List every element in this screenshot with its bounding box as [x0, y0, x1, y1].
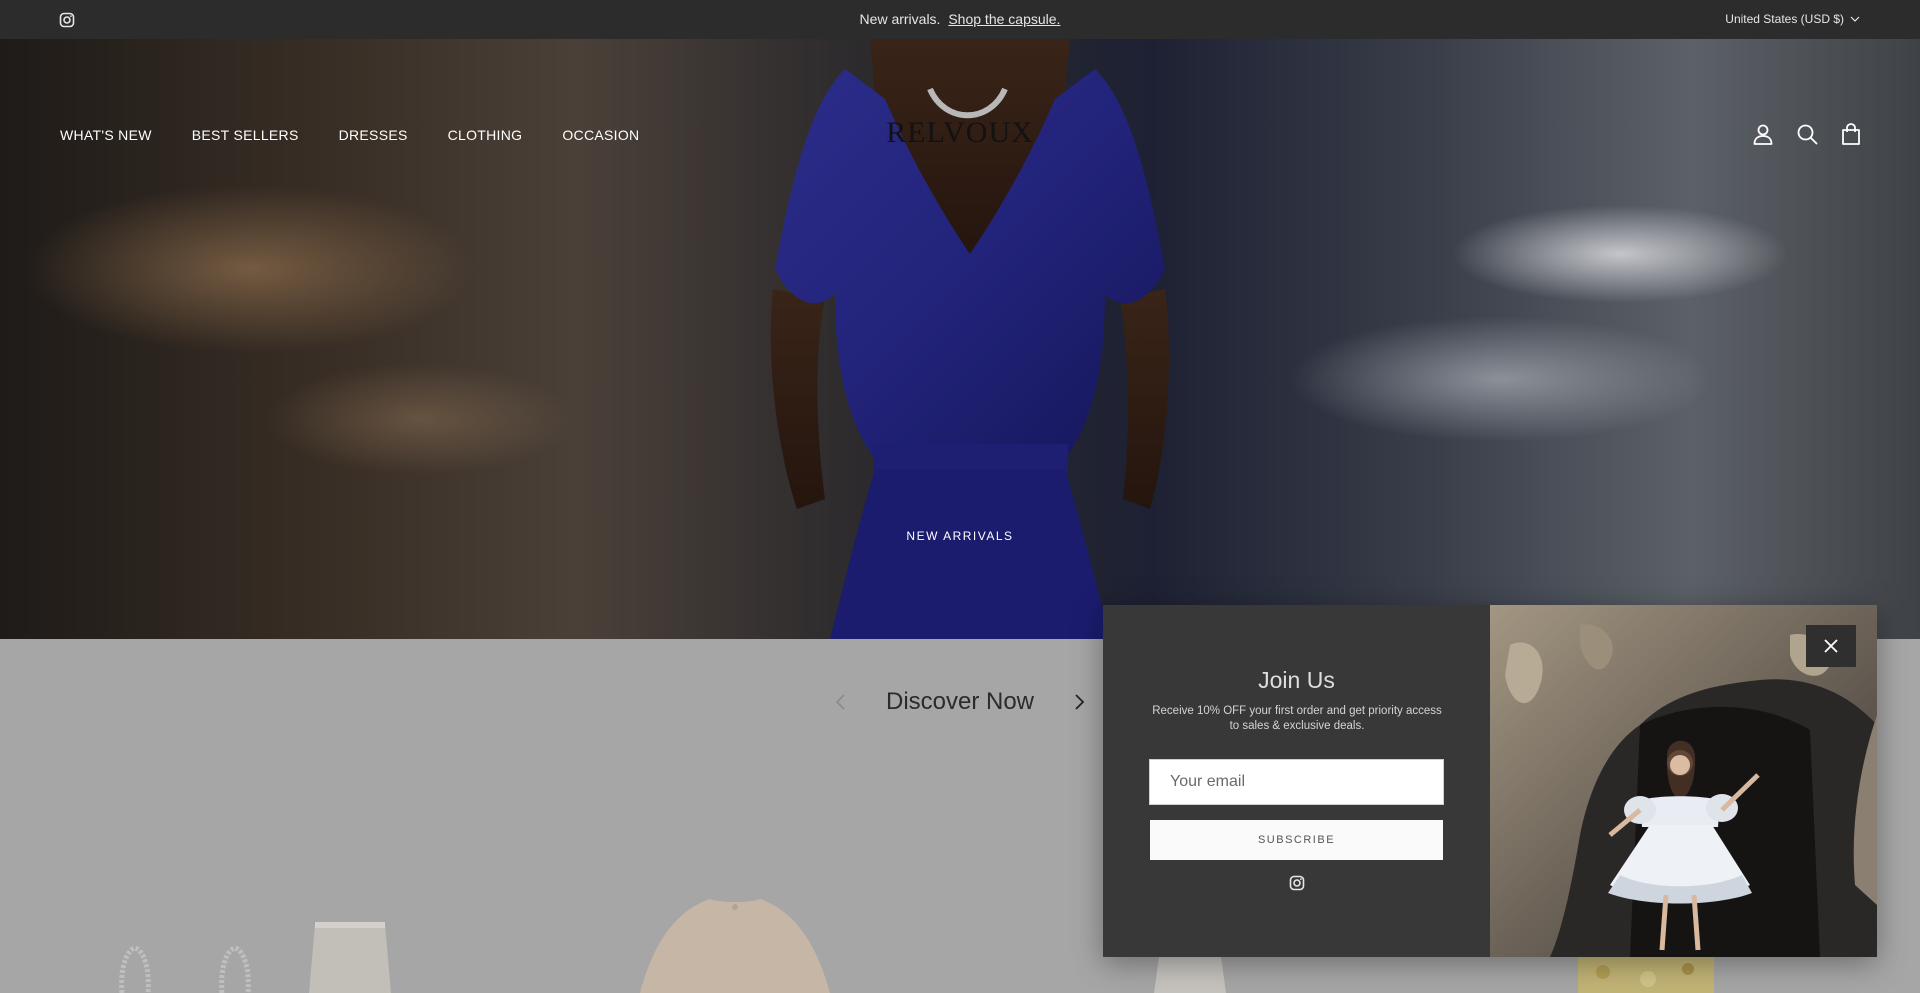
site-logo[interactable]: RELVOUX	[0, 116, 1920, 150]
hero-collection-link[interactable]: NEW ARRIVALS	[0, 529, 1920, 543]
announcement-message: New arrivals.	[859, 11, 941, 27]
bag-icon[interactable]	[1840, 123, 1862, 145]
product-image-earrings[interactable]	[110, 940, 290, 993]
user-icon[interactable]	[1752, 123, 1774, 145]
header-actions	[1752, 123, 1862, 145]
chevron-left-icon[interactable]	[831, 692, 851, 712]
subscribe-button[interactable]: SUBSCRIBE	[1150, 820, 1443, 860]
popup-title: Join Us	[1258, 667, 1335, 693]
shop-capsule-link[interactable]: Shop the capsule.	[948, 11, 1060, 27]
currency-label: United States (USD $)	[1725, 12, 1844, 26]
product-image-blouse[interactable]	[640, 897, 830, 993]
close-popup-button[interactable]	[1806, 625, 1856, 667]
newsletter-popup: Join Us Receive 10% OFF your first order…	[1103, 605, 1877, 957]
close-icon	[1824, 639, 1838, 653]
product-image-floral[interactable]	[1578, 957, 1714, 993]
popup-description: Receive 10% OFF your first order and get…	[1152, 705, 1442, 732]
search-icon[interactable]	[1796, 123, 1818, 145]
chevron-down-icon	[1850, 16, 1860, 22]
announcement-bar: New arrivals. Shop the capsule. United S…	[0, 0, 1920, 39]
chevron-right-icon[interactable]	[1069, 692, 1089, 712]
currency-selector[interactable]: United States (USD $)	[1725, 12, 1860, 26]
instagram-icon[interactable]	[1289, 875, 1305, 891]
email-field[interactable]	[1149, 759, 1444, 805]
product-image-skirt[interactable]	[305, 920, 395, 993]
newsletter-content: Join Us Receive 10% OFF your first order…	[1103, 605, 1490, 957]
announcement-text: New arrivals. Shop the capsule.	[0, 11, 1920, 27]
